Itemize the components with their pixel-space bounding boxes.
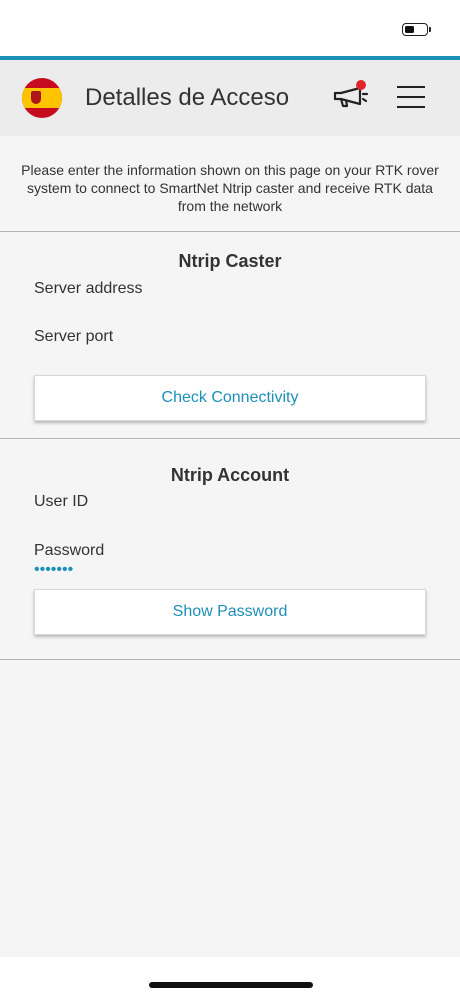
divider: [0, 438, 460, 439]
status-bar: [0, 0, 460, 56]
divider: [0, 231, 460, 232]
home-indicator[interactable]: [149, 982, 313, 988]
user-id-label: User ID: [34, 493, 89, 510]
password-value: •••••••: [34, 561, 74, 578]
intro-text: Please enter the information shown on th…: [21, 162, 439, 214]
hamburger-menu-icon[interactable]: [397, 86, 425, 108]
show-password-button[interactable]: Show Password: [34, 589, 426, 635]
battery-icon: [402, 23, 431, 36]
caster-section-title: Ntrip Caster: [178, 251, 282, 271]
server-port-label: Server port: [34, 328, 114, 345]
home-area: [0, 957, 460, 997]
server-address-label: Server address: [34, 280, 143, 297]
divider: [0, 659, 460, 660]
spain-flag-icon[interactable]: [22, 78, 62, 118]
page-title: Detalles de Acceso: [85, 84, 290, 111]
account-section-title: Ntrip Account: [170, 465, 290, 485]
password-label: Password: [34, 542, 105, 559]
notification-badge: [356, 80, 366, 90]
check-connectivity-button[interactable]: Check Connectivity: [34, 375, 426, 421]
app-header: Detalles de Acceso: [0, 60, 460, 136]
